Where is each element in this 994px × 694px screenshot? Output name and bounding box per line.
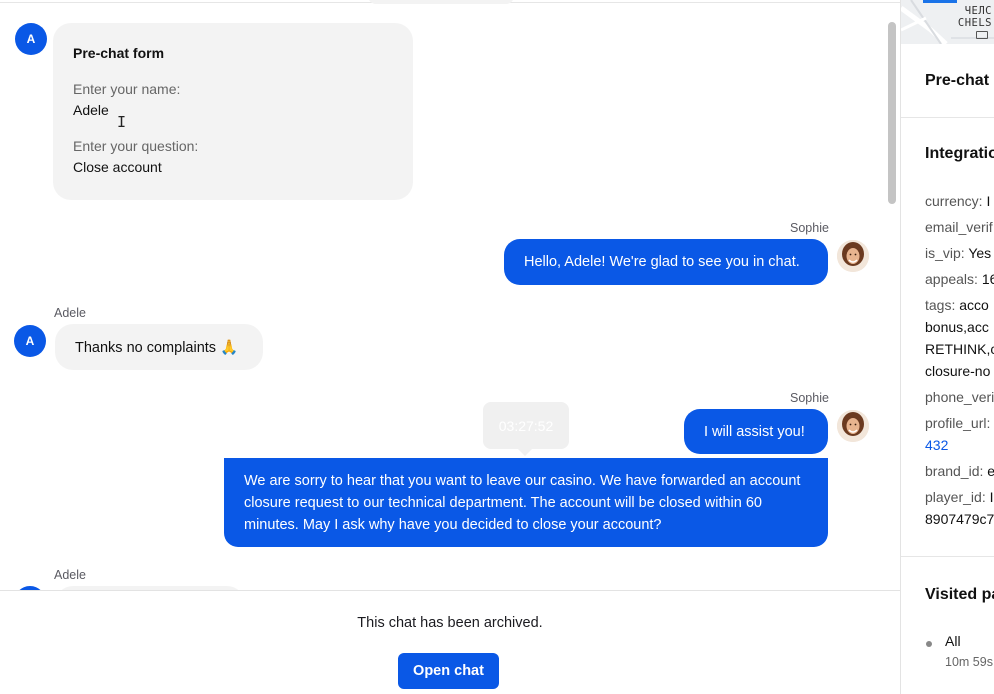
field-player-id: player_id: I [925, 489, 994, 505]
map-label: CHELS [957, 17, 992, 29]
text-cursor-icon: I [117, 113, 127, 131]
chat-pane: A Pre-chat form Enter your name: Adele E… [0, 0, 900, 694]
agent-avatar [837, 240, 869, 272]
agent-avatar [837, 410, 869, 442]
prechat-form-title: Pre-chat form [73, 45, 165, 61]
keyboard-icon[interactable] [976, 31, 988, 39]
field-tags: tags: acco [925, 297, 989, 313]
field-player-id-line: 8907479c7 [925, 511, 994, 527]
bullet-icon [926, 641, 932, 647]
timestamp-tooltip: 03:27:52 [483, 402, 569, 449]
field-is-vip: is_vip: Yes [925, 245, 992, 261]
question-field-label: Enter your question: [73, 138, 199, 154]
tooltip-tail [518, 449, 532, 456]
name-field-label: Enter your name: [73, 81, 181, 97]
agent-message: I will assist you! [684, 409, 828, 454]
details-sidebar: ЧЕЛС CHELS Pre-chat Integratio currency:… [901, 0, 994, 694]
prechat-form-card: Pre-chat form Enter your name: Adele Ent… [53, 23, 413, 200]
field-tags-line: closure-no [925, 363, 991, 379]
archived-notice: This chat has been archived. [357, 615, 543, 631]
section-divider [901, 556, 994, 557]
field-phone-verified: phone_veri [925, 389, 994, 405]
sender-name: Sophie [790, 221, 829, 235]
integration-section-heading: Integratio [925, 145, 994, 162]
agent-message: Hello, Adele! We're glad to see you in c… [504, 239, 828, 285]
prechat-section-heading: Pre-chat [925, 72, 990, 89]
field-brand-id: brand_id: e [925, 463, 994, 479]
field-tags-line: RETHINK,c [925, 341, 994, 357]
question-field-value: Close account [73, 159, 162, 175]
open-chat-button[interactable]: Open chat [398, 653, 499, 689]
visited-pages-heading: Visited pa [925, 586, 994, 603]
archive-bar: This chat has been archived. Open chat [0, 590, 900, 694]
sender-name: Adele [54, 568, 86, 582]
section-divider [901, 117, 994, 118]
sender-name: Adele [54, 306, 86, 320]
visited-page-item[interactable]: All [945, 633, 961, 649]
visited-page-duration: 10m 59s [945, 655, 993, 669]
field-profile-url: profile_url: [925, 415, 991, 431]
visitor-message: Thanks no complaints 🙏 [55, 324, 263, 370]
chat-scrollbar[interactable] [888, 22, 896, 204]
avatar: A [15, 23, 47, 55]
sender-name: Sophie [790, 391, 829, 405]
location-map[interactable]: ЧЕЛС CHELS [901, 0, 994, 44]
agent-message: We are sorry to hear that you want to le… [224, 458, 828, 547]
avatar: A [14, 325, 46, 357]
field-tags-line: bonus,acc [925, 319, 989, 335]
previous-message-stub [368, 0, 514, 4]
field-email-verified: email_verif [925, 219, 993, 235]
map-label: ЧЕЛС [964, 5, 992, 17]
field-appeals: appeals: 16 [925, 271, 994, 287]
profile-url-link[interactable]: 432 [925, 434, 948, 456]
field-currency: currency: I [925, 193, 991, 209]
